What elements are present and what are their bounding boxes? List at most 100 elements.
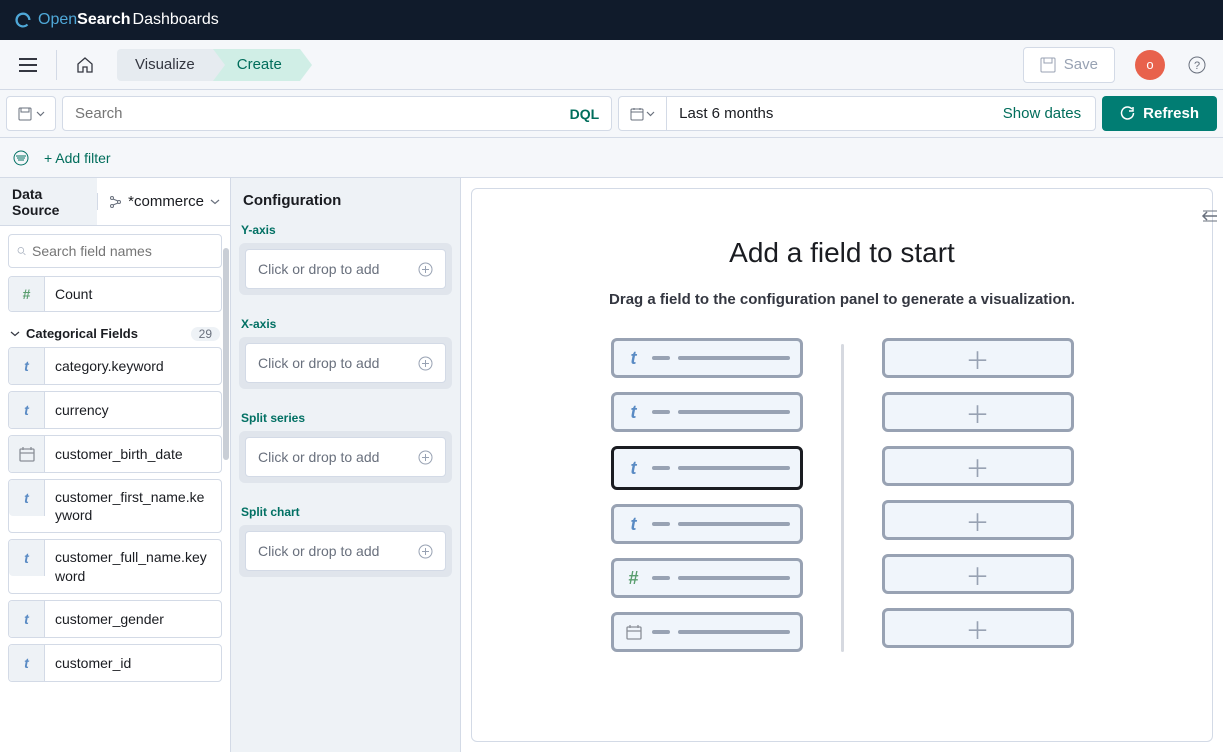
help-button[interactable]: ? (1181, 49, 1213, 81)
field-item-label: customer_gender (45, 601, 221, 637)
nav-bar: Visualize Create Save o ? (0, 40, 1223, 90)
field-count[interactable]: # Count (8, 276, 222, 312)
field-item-label: customer_full_name.keyword (45, 540, 221, 592)
field-item[interactable]: tcustomer_first_name.keyword (8, 479, 222, 533)
empty-state-illustration: t t t t # ＋ ＋ ＋ ＋ ＋ ＋ (611, 338, 1074, 652)
field-item[interactable]: tcurrency (8, 391, 222, 429)
text-field-icon: t (9, 601, 45, 637)
help-icon: ? (1188, 56, 1206, 74)
menu-button[interactable] (10, 47, 46, 83)
config-section: Y-axis Click or drop to add (231, 219, 460, 313)
drop-zone[interactable]: Click or drop to add (239, 337, 452, 389)
save-button-label: Save (1064, 56, 1098, 73)
config-section-label: Y-axis (239, 223, 452, 237)
drop-zone-placeholder: Click or drop to add (258, 449, 418, 465)
field-item[interactable]: tcustomer_gender (8, 600, 222, 638)
date-range-text[interactable]: Last 6 months (667, 105, 989, 122)
opensearch-logo-icon (14, 11, 32, 29)
field-search-wrap (0, 226, 230, 276)
config-section-label: Split series (239, 411, 452, 425)
config-section-label: X-axis (239, 317, 452, 331)
field-item-label: currency (45, 392, 221, 428)
empty-state-title: Add a field to start (729, 237, 955, 269)
divider (56, 50, 57, 80)
data-source-row: Data Source *commerce (0, 178, 230, 226)
plus-circle-icon (418, 262, 433, 277)
app-header: OpenSearchDashboards (0, 0, 1223, 40)
collapse-icon (1201, 210, 1217, 222)
text-field-icon: t (9, 645, 45, 681)
illus-right-col: ＋ ＋ ＋ ＋ ＋ ＋ (882, 338, 1074, 648)
categorical-fields-header[interactable]: Categorical Fields 29 (0, 320, 230, 347)
search-container: DQL (62, 96, 612, 131)
main-area: Data Source *commerce # Count Categorica… (0, 178, 1223, 752)
svg-text:?: ? (1194, 60, 1200, 72)
refresh-button[interactable]: Refresh (1102, 96, 1217, 131)
drop-zone[interactable]: Click or drop to add (239, 431, 452, 483)
search-icon (17, 244, 26, 258)
drop-zone-placeholder: Click or drop to add (258, 543, 418, 559)
categorical-fields-label: Categorical Fields (26, 326, 185, 341)
field-item[interactable]: tcustomer_full_name.keyword (8, 539, 222, 593)
field-item[interactable]: tcategory.keyword (8, 347, 222, 385)
search-input[interactable] (63, 105, 558, 122)
date-quick-button[interactable] (619, 97, 667, 130)
field-item[interactable]: tcustomer_id (8, 644, 222, 682)
hamburger-icon (19, 58, 37, 72)
data-source-select[interactable]: *commerce (97, 193, 230, 210)
drop-zone-placeholder: Click or drop to add (258, 355, 418, 371)
field-search-input[interactable] (32, 243, 213, 259)
breadcrumb-create[interactable]: Create (213, 49, 300, 81)
index-pattern-icon (108, 195, 122, 209)
collapse-panel-button[interactable] (1201, 210, 1217, 222)
filter-options-button[interactable] (10, 147, 32, 169)
plus-icon: ＋ (966, 557, 990, 592)
drop-zone[interactable]: Click or drop to add (239, 525, 452, 577)
field-item-label: customer_id (45, 645, 221, 681)
field-count-label: Count (45, 286, 221, 302)
field-list: tcategory.keywordtcurrencycustomer_birth… (0, 347, 230, 752)
home-button[interactable] (67, 47, 103, 83)
number-icon: # (9, 277, 45, 311)
dql-toggle[interactable]: DQL (558, 106, 612, 122)
plus-icon: ＋ (966, 503, 990, 538)
text-field-icon: t (624, 402, 644, 422)
config-panel: Configuration Y-axis Click or drop to add… (231, 178, 461, 752)
save-button[interactable]: Save (1023, 47, 1115, 83)
user-avatar[interactable]: o (1135, 50, 1165, 80)
drop-zone[interactable]: Click or drop to add (239, 243, 452, 295)
plus-icon: ＋ (966, 449, 990, 484)
plus-icon: ＋ (966, 611, 990, 646)
data-source-label: Data Source (0, 178, 97, 225)
plus-circle-icon (418, 450, 433, 465)
config-title: Configuration (231, 178, 460, 219)
filter-bar: + Add filter (0, 138, 1223, 178)
text-field-icon: t (624, 348, 644, 368)
breadcrumbs: Visualize Create (117, 49, 300, 81)
field-item-label: customer_first_name.keyword (45, 480, 221, 532)
config-section: Split chartClick or drop to add (231, 501, 460, 595)
save-icon (1040, 57, 1056, 73)
number-field-icon: # (624, 568, 644, 588)
field-item-label: category.keyword (45, 348, 221, 384)
fields-panel: Data Source *commerce # Count Categorica… (0, 178, 231, 752)
scrollbar[interactable] (223, 248, 229, 460)
text-field-icon: t (9, 540, 45, 576)
saved-queries-button[interactable] (6, 96, 56, 131)
chevron-down-icon (10, 331, 20, 337)
field-item[interactable]: customer_birth_date (8, 435, 222, 473)
empty-state-subtitle: Drag a field to the configuration panel … (609, 291, 1075, 308)
data-source-selected: *commerce (128, 193, 204, 210)
text-field-icon: t (624, 458, 644, 478)
date-field-icon (9, 436, 45, 472)
show-dates-link[interactable]: Show dates (989, 105, 1095, 122)
field-item-label: customer_birth_date (45, 436, 221, 472)
home-icon (76, 56, 94, 74)
drop-zone-placeholder: Click or drop to add (258, 261, 418, 277)
config-section: Split series Click or drop to add (231, 407, 460, 501)
date-field-icon (624, 622, 644, 642)
breadcrumb-visualize[interactable]: Visualize (117, 49, 213, 81)
illus-left-col: t t t t # (611, 338, 803, 652)
categorical-fields-count: 29 (191, 327, 220, 341)
add-filter-link[interactable]: + Add filter (44, 150, 111, 166)
